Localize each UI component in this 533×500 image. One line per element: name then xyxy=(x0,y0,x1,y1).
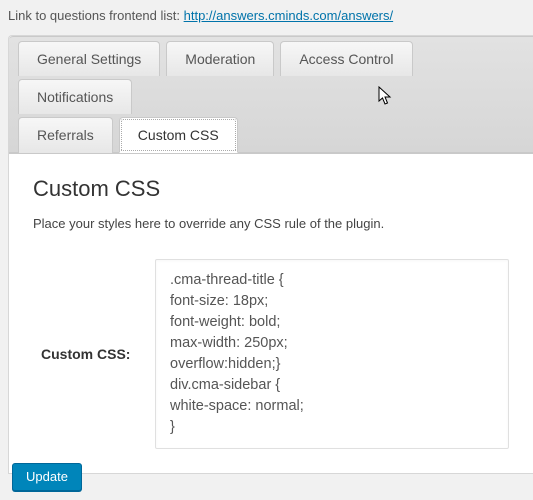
tab-notifications[interactable]: Notifications xyxy=(18,79,132,114)
tab-content: Custom CSS Place your styles here to ove… xyxy=(9,153,533,473)
tab-access-control[interactable]: Access Control xyxy=(280,41,412,76)
custom-css-field-row: Custom CSS: xyxy=(33,259,509,449)
settings-panel: General Settings Moderation Access Contr… xyxy=(8,35,533,474)
frontend-link-line: Link to questions frontend list: http://… xyxy=(0,0,533,35)
custom-css-label: Custom CSS: xyxy=(33,346,143,362)
tabs-row: General Settings Moderation Access Contr… xyxy=(9,36,533,153)
frontend-link-prefix: Link to questions frontend list: xyxy=(8,8,184,23)
tab-moderation[interactable]: Moderation xyxy=(166,41,274,76)
update-button[interactable]: Update xyxy=(12,463,82,491)
page-description: Place your styles here to override any C… xyxy=(33,216,509,231)
page-title: Custom CSS xyxy=(33,176,509,202)
tab-general-settings[interactable]: General Settings xyxy=(18,41,160,76)
frontend-link[interactable]: http://answers.cminds.com/answers/ xyxy=(184,8,394,23)
custom-css-input[interactable] xyxy=(155,259,509,449)
tab-referrals[interactable]: Referrals xyxy=(18,117,113,153)
tab-custom-css[interactable]: Custom CSS xyxy=(119,117,238,153)
